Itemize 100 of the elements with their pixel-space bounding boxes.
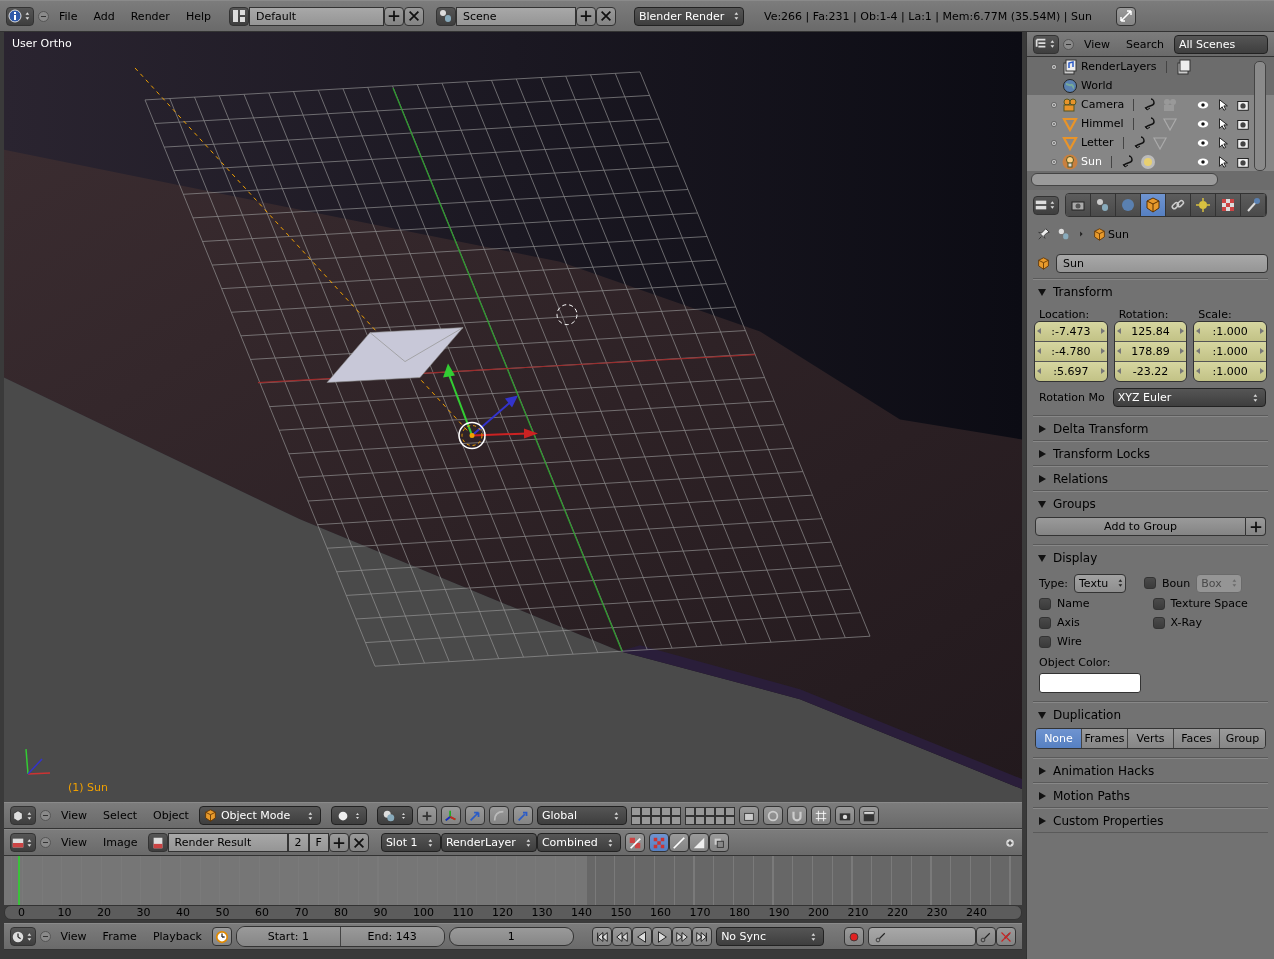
render-engine-dropdown[interactable]: Blender Render <box>633 6 744 26</box>
number-field[interactable]: 178.89 <box>1114 342 1187 362</box>
previous-keyframe-button[interactable] <box>612 927 633 946</box>
checkbox-label[interactable]: Wire <box>1057 635 1082 648</box>
panel-title[interactable]: Groups <box>1053 496 1096 511</box>
disclosure-triangle-icon[interactable] <box>1037 709 1047 720</box>
checkbox-label[interactable]: Name <box>1057 597 1090 610</box>
play-reverse-button[interactable] <box>632 927 653 946</box>
cursor-arrow-icon[interactable] <box>1216 116 1230 131</box>
fullscreen-button[interactable] <box>1115 6 1136 26</box>
display-mode-dropdown[interactable]: All Scenes <box>1173 34 1268 54</box>
disclosure-triangle-icon[interactable] <box>1037 286 1047 297</box>
add-button[interactable] <box>1246 517 1266 536</box>
outliner-row[interactable]: RenderLayers <box>1027 57 1274 77</box>
outliner-row[interactable]: Camera <box>1027 95 1274 115</box>
browse-image-button[interactable] <box>147 833 168 852</box>
editor-type-button[interactable] <box>10 806 36 825</box>
snap-grid-button[interactable] <box>810 806 831 825</box>
preview-range-button[interactable] <box>212 927 232 946</box>
properties-tab[interactable] <box>1066 194 1091 216</box>
sync-dropdown[interactable]: No Sync <box>716 927 824 946</box>
number-field[interactable]: 125.84 <box>1114 322 1187 342</box>
checkbox-label[interactable]: X-Ray <box>1170 616 1203 629</box>
proportional-edit-button[interactable] <box>762 806 783 825</box>
checkbox[interactable] <box>1039 597 1051 610</box>
menu-item[interactable]: Help <box>179 9 217 23</box>
cursor-arrow-icon[interactable] <box>1216 135 1230 150</box>
play-button[interactable] <box>652 927 673 946</box>
transform-gizmo[interactable] <box>443 363 538 439</box>
object-name[interactable]: Sun <box>1081 155 1102 169</box>
jump-end-button[interactable] <box>692 927 713 946</box>
panel-title[interactable]: Delta Transform <box>1053 421 1149 436</box>
image-name-field[interactable]: Render Result <box>167 833 288 852</box>
duplication-option[interactable]: Verts <box>1128 729 1174 748</box>
duplication-option[interactable]: Frames <box>1082 729 1128 748</box>
menu-item[interactable]: View <box>54 930 93 943</box>
screen-layout-button[interactable] <box>228 6 249 26</box>
vertical-scrollbar[interactable] <box>1254 61 1266 172</box>
outliner-row[interactable]: Sun <box>1027 152 1274 172</box>
checkbox[interactable] <box>1144 577 1156 589</box>
magnet-button[interactable] <box>786 806 807 825</box>
color-alpha-button[interactable] <box>648 833 669 852</box>
pin-icon[interactable] <box>1037 227 1051 241</box>
collapse-menu-icon[interactable] <box>1063 38 1074 50</box>
cursor-arrow-icon[interactable] <box>1216 154 1230 169</box>
panel-title[interactable]: Relations <box>1053 471 1109 486</box>
disclosure-triangle-icon[interactable] <box>1037 423 1047 434</box>
disclosure-triangle-icon[interactable] <box>1037 473 1047 484</box>
scene-layers-grid[interactable] <box>630 806 681 825</box>
delete-button[interactable] <box>348 833 369 852</box>
curve-button[interactable] <box>488 806 509 825</box>
add-button[interactable] <box>383 6 404 26</box>
panel-title[interactable]: Duplication <box>1053 707 1122 722</box>
jump-start-button[interactable] <box>592 927 613 946</box>
delete-keyframe-button[interactable] <box>996 927 1016 946</box>
number-field[interactable]: :5.697 <box>1035 362 1107 381</box>
disclosure-triangle-icon[interactable] <box>1037 790 1047 801</box>
draw-type-dropdown[interactable]: Textu <box>1074 573 1126 593</box>
menu-item[interactable]: Add <box>87 9 121 23</box>
shading-dropdown[interactable] <box>330 806 367 825</box>
orientation-dropdown[interactable]: Global <box>536 806 627 825</box>
horizontal-scrollbar[interactable] <box>1031 173 1218 186</box>
scene-button[interactable] <box>435 6 456 26</box>
insert-keyframe-button[interactable] <box>976 927 996 946</box>
mode-dropdown[interactable]: Object Mode <box>198 806 321 825</box>
editor-type-button[interactable] <box>10 927 36 946</box>
pivot-dropdown[interactable] <box>376 806 413 825</box>
menu-item[interactable]: View <box>55 836 94 849</box>
outliner-row[interactable]: Letter <box>1027 133 1274 153</box>
menu-item[interactable]: Object <box>147 809 195 822</box>
number-field[interactable]: :1.000 <box>1194 342 1266 362</box>
number-field[interactable]: -23.22 <box>1114 362 1187 381</box>
render-layer-dropdown[interactable]: RenderLayer <box>440 833 537 852</box>
next-keyframe-button[interactable] <box>672 927 693 946</box>
checkbox-label[interactable]: Texture Space <box>1170 597 1248 610</box>
properties-tab[interactable] <box>1241 194 1266 216</box>
sequence-button[interactable] <box>708 833 729 852</box>
keying-set-field[interactable] <box>868 927 976 946</box>
number-field[interactable]: :-7.473 <box>1035 322 1107 342</box>
frame-ruler[interactable]: 0 10 20 30 40 50 60 70 80 90 100 110 120 130 140 150 160 170 180 190 200 210 220 230 240 <box>4 905 1022 920</box>
properties-tab[interactable] <box>1191 194 1216 216</box>
collapse-menu-icon[interactable] <box>40 810 51 821</box>
disclosure-triangle-icon[interactable] <box>1037 448 1047 459</box>
axes-button[interactable] <box>440 806 461 825</box>
disclosure-triangle-icon[interactable] <box>1037 552 1047 563</box>
lock-camera-button[interactable] <box>738 806 759 825</box>
menu-item[interactable]: Search <box>1120 37 1170 51</box>
disclosure-triangle-icon[interactable] <box>1037 815 1047 826</box>
menu-item[interactable]: Frame <box>96 930 143 943</box>
add-to-group-button[interactable]: Add to Group <box>1035 517 1246 536</box>
properties-tab[interactable] <box>1166 194 1191 216</box>
object-name[interactable]: World <box>1081 79 1113 93</box>
delete-button[interactable] <box>403 6 424 26</box>
fake-user-button[interactable]: F <box>308 833 329 852</box>
checkbox-label[interactable]: Boun <box>1162 576 1191 590</box>
object-name-field[interactable]: Sun <box>1056 253 1268 273</box>
panel-title[interactable]: Custom Properties <box>1053 813 1164 828</box>
draw-channels-button[interactable] <box>624 833 645 852</box>
envelope-mesh[interactable] <box>326 327 464 383</box>
checkbox[interactable] <box>1152 597 1165 610</box>
